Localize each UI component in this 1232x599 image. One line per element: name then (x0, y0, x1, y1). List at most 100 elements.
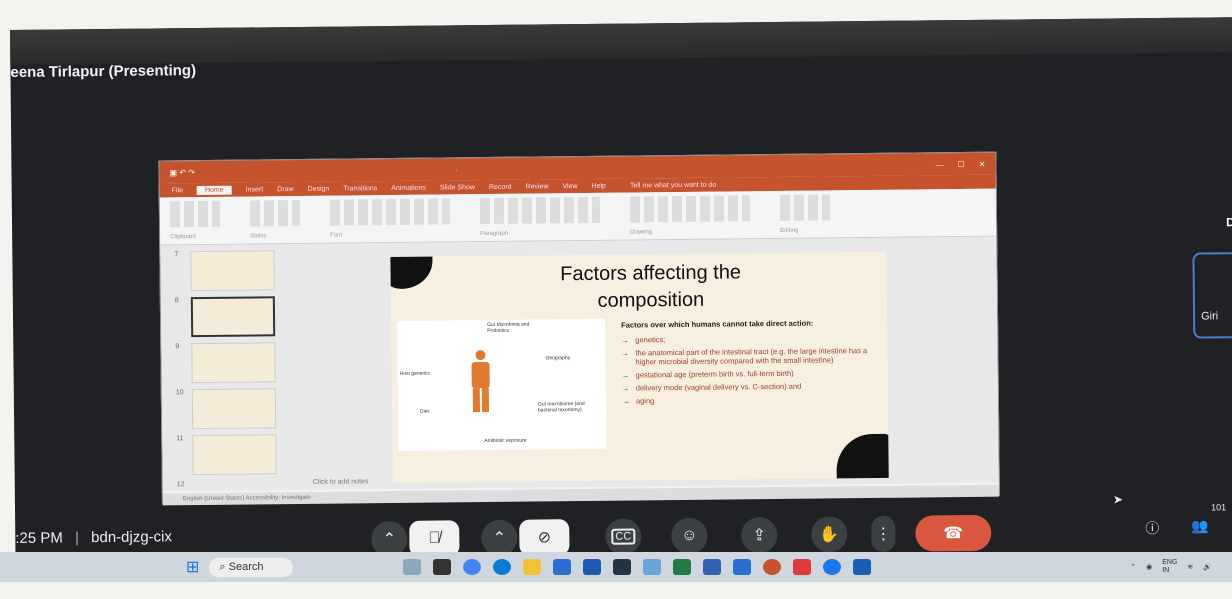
slide-bullet: genetics; (621, 333, 873, 345)
ribbon-group-font[interactable]: Font (329, 198, 451, 239)
ppt-tab-help[interactable]: Help (591, 182, 605, 189)
ppt-tab-home[interactable]: Home (196, 185, 232, 195)
slide-number: 10 (175, 389, 184, 397)
ribbon-group-clipboard[interactable]: Clipboard (169, 200, 221, 240)
ribbon-buttons[interactable] (169, 200, 221, 228)
slide-thumbnail[interactable] (191, 388, 277, 430)
settings-icon[interactable] (613, 559, 632, 575)
close-icon: ✕ (978, 159, 986, 169)
task-view-icon[interactable] (433, 559, 452, 575)
people-button[interactable]: 👥 (1191, 517, 1209, 534)
ribbon-buttons[interactable] (629, 195, 751, 223)
raise-hand-button[interactable]: ✋ (811, 516, 848, 553)
network-icon[interactable]: ◉ (1146, 563, 1152, 571)
store-icon[interactable] (553, 559, 572, 575)
leave-call-button[interactable]: ☎ (915, 514, 992, 552)
ppt-tab-record[interactable]: Record (489, 183, 512, 190)
slide-thumbnail[interactable] (192, 434, 277, 476)
slide-thumbnails: 7 8 9 10 11 12 (166, 246, 286, 489)
slide-thumbnail[interactable] (190, 250, 275, 292)
screen-top (10, 17, 1232, 65)
slide-number: 12 (176, 481, 185, 489)
camera-app-icon[interactable] (583, 559, 602, 575)
region-code: IN (1162, 567, 1170, 574)
slide-text: Factors over which humans cannot take di… (621, 318, 874, 410)
photo-frame: eena Tirlapur (Presenting) ▣ ↶ ↷ · — ☐ ✕… (0, 0, 1232, 599)
edge-icon[interactable] (493, 559, 512, 575)
notes-placeholder[interactable]: Click to add notes (313, 478, 369, 486)
ppt-tab-file[interactable]: File (172, 187, 183, 194)
ppt-tab-review[interactable]: Review (525, 183, 548, 190)
ribbon-group-editing[interactable]: Editing (779, 194, 831, 234)
chevron-up-icon[interactable]: ⌃ (1130, 563, 1136, 571)
save-icon: ▣ ↶ ↷ (169, 167, 195, 177)
outlook-icon[interactable] (733, 559, 752, 575)
slide-number: 11 (176, 435, 184, 443)
chevron-up-icon: ⌃ (382, 530, 397, 549)
ribbon-group-label: Slides (250, 233, 267, 240)
phone-end-icon: ☎ (943, 525, 964, 543)
ribbon-buttons[interactable] (249, 199, 301, 227)
info-icon: ⓘ (1145, 519, 1160, 537)
diagram-label-right: Geography (545, 355, 571, 362)
slide-bullet: gestational age (preterm birth vs. full-… (622, 368, 874, 380)
photos-icon[interactable] (643, 559, 662, 575)
ppt-document-title: · (454, 164, 458, 174)
file-explorer-icon[interactable] (523, 559, 542, 575)
taskbar-apps (403, 559, 872, 575)
slide-thumbnail[interactable] (190, 296, 276, 338)
tell-me-search[interactable]: Tell me what you want to do (630, 181, 716, 189)
meeting-details: :25 PM | bdn-djzg-cix (15, 528, 172, 547)
ribbon-group-paragraph[interactable]: Paragraph (479, 196, 601, 238)
taskbar-search[interactable]: ⌕ Search (209, 557, 294, 577)
participant-tile[interactable]: Giri (1192, 252, 1232, 339)
current-slide: Factors affecting the composition Gut Mi… (390, 251, 889, 484)
captions-button[interactable]: CC (605, 518, 642, 555)
ppt-tab-transitions[interactable]: Transitions (343, 185, 377, 192)
facebook-icon[interactable] (823, 559, 842, 575)
meeting-code: bdn-djzg-cix (91, 528, 173, 547)
wifi-icon[interactable]: ≋ (1187, 563, 1193, 571)
people-icon: 👥 (1191, 517, 1209, 534)
windows-start-icon[interactable]: ⊞ (186, 557, 199, 577)
video-options-button[interactable]: ⌃ (481, 519, 518, 557)
ppt-tab-draw[interactable]: Draw (277, 186, 293, 193)
lang-code: ENG (1162, 559, 1178, 566)
ribbon-group-drawing[interactable]: Drawing (629, 195, 751, 236)
slide-number: 7 (174, 251, 179, 259)
ppt-tab-slide-show[interactable]: Slide Show (440, 184, 475, 191)
meeting-info-button[interactable]: ⓘ (1145, 518, 1159, 538)
emoji-button[interactable]: ☺ (671, 517, 708, 555)
camera-toggle-button[interactable]: ⊘ (519, 519, 570, 556)
diagram-label-bottom-left: Diet (419, 408, 429, 415)
side-tile-initial: D (1226, 215, 1232, 230)
diagram-label-top: Gut Microbiota and Probiotics (487, 321, 530, 335)
ribbon-group-label: Font (330, 232, 343, 239)
window-controls: — ☐ ✕ (936, 159, 986, 169)
slide-thumbnail[interactable] (191, 342, 276, 384)
ppt-tab-insert[interactable]: Insert (246, 186, 264, 193)
ribbon-group-slides[interactable]: Slides (249, 199, 301, 240)
slide-title-line1: Factors affecting the (560, 261, 742, 286)
excel-icon[interactable] (673, 559, 692, 575)
ribbon-group-label: Drawing (630, 229, 653, 236)
widgets-icon[interactable] (403, 559, 422, 575)
powerpoint-icon[interactable] (763, 559, 782, 575)
language-indicator[interactable]: ENG IN (1162, 559, 1177, 575)
ribbon-buttons[interactable] (479, 196, 601, 225)
youtube-icon[interactable] (793, 559, 812, 575)
ribbon-buttons[interactable] (329, 198, 451, 226)
ppt-tab-animations[interactable]: Animations (391, 184, 426, 191)
ribbon-buttons[interactable] (779, 194, 831, 221)
chrome-icon[interactable] (463, 559, 482, 575)
bezel (0, 583, 1232, 599)
ppt-tab-design[interactable]: Design (307, 185, 329, 192)
volume-icon[interactable]: 🔊 (1203, 563, 1212, 571)
word-icon[interactable] (703, 559, 722, 575)
app-icon[interactable] (853, 559, 872, 575)
more-options-button[interactable]: ⋮ (871, 515, 896, 553)
factors-diagram: Gut Microbiota and Probiotics Geography … (397, 318, 607, 451)
ppt-tab-view[interactable]: View (562, 183, 577, 190)
ribbon-group-label: Paragraph (480, 230, 509, 238)
present-screen-button[interactable]: ⇪ (741, 516, 778, 554)
